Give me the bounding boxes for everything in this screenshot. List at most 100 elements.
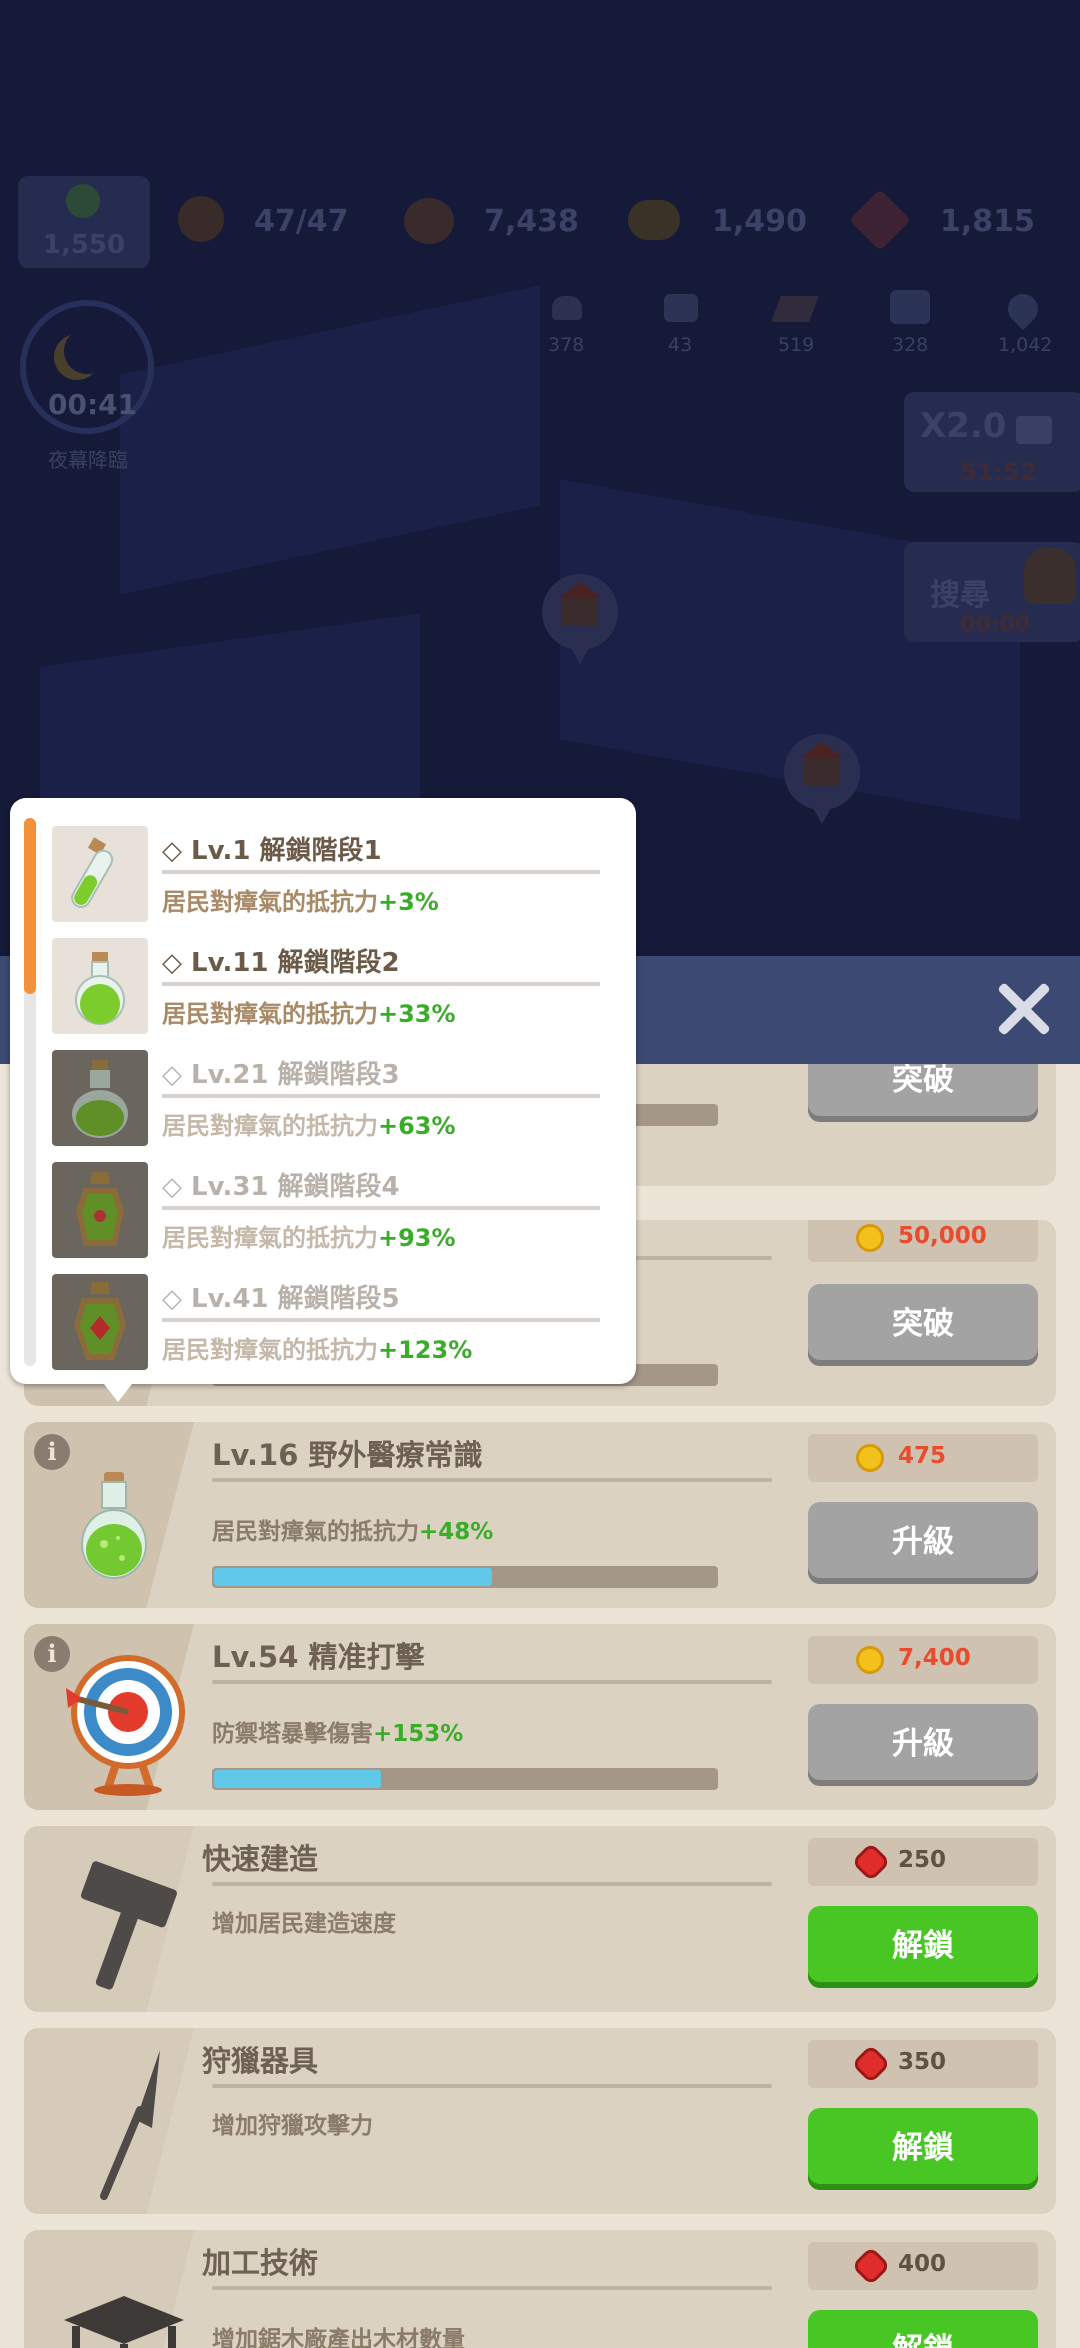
video-icon (1016, 416, 1052, 444)
unlock-button[interactable]: 解鎖 (808, 2108, 1038, 2190)
cost-tag: 475 (808, 1434, 1038, 1482)
meat-icon[interactable] (404, 198, 454, 244)
cost-value: 400 (898, 2251, 947, 2277)
cost-tag: 350 (808, 2040, 1038, 2088)
coin-icon (856, 1646, 884, 1674)
resource-stone-count: 43 (668, 334, 693, 356)
cost-value: 50,000 (898, 1223, 987, 1249)
round-flask-potion-icon (52, 938, 148, 1034)
progress-fill (214, 1568, 493, 1586)
speed-boost-button[interactable]: X2.0 51:52 (904, 392, 1080, 492)
ruby-gem-icon (855, 2048, 887, 2080)
upgrade-button[interactable]: 升級 (808, 1502, 1038, 1584)
wood-count: 1,490 (712, 204, 807, 239)
cost-tag: 50,000 (808, 1220, 1038, 1262)
stage-row: ◇ Lv.21 解鎖階段3 居民對瘴氣的抵抗力+63% (52, 1044, 616, 1146)
house-icon (558, 582, 602, 626)
cost-value: 350 (898, 2049, 947, 2075)
test-tube-potion-icon (52, 826, 148, 922)
ruby-gem-icon (855, 1846, 887, 1878)
stage-title: ◇ Lv.21 解鎖階段3 (162, 1060, 400, 1090)
cost-value: 475 (898, 1443, 947, 1469)
popup-scrollbar-thumb[interactable] (24, 818, 36, 994)
upgrade-title: Lv.16 野外醫療常識 (212, 1438, 483, 1472)
cost-value: 250 (898, 1847, 947, 1873)
large-flask-potion-icon (52, 1050, 148, 1146)
green-potion-icon (78, 1472, 150, 1582)
lantern-bottle-icon (52, 1162, 148, 1258)
hunter-avatar-icon (1024, 548, 1076, 604)
upgrade-description: 增加居民建造速度 (212, 1911, 396, 1937)
stage-title: ◇ Lv.31 解鎖階段4 (162, 1172, 400, 1202)
cost-tag: 7,400 (808, 1636, 1038, 1684)
population-icon (178, 196, 224, 242)
progress-bar (212, 1768, 718, 1790)
stage-effect: 居民對瘴氣的抵抗力+123% (162, 1336, 473, 1364)
close-icon[interactable] (992, 978, 1054, 1040)
resource-stone-icon (664, 294, 698, 322)
hammer-icon (68, 1854, 188, 1994)
breakthrough-button[interactable]: 突破 (808, 1064, 1038, 1122)
upgrade-card-fast-build: 快速建造 增加居民建造速度 250 解鎖 (24, 1826, 1056, 2012)
cost-tag: 400 (808, 2242, 1038, 2290)
upgrade-button[interactable]: 升級 (808, 1704, 1038, 1786)
resource-ore-count: 378 (548, 334, 585, 356)
resource-ore-icon (552, 296, 582, 320)
progress-fill (214, 1770, 381, 1788)
upgrade-description: 居民對瘴氣的抵抗力+48% (212, 1519, 494, 1545)
breakthrough-button[interactable]: 突破 (808, 1284, 1038, 1366)
ruby-gem-icon (855, 2250, 887, 2282)
info-icon[interactable]: i (34, 1434, 70, 1470)
upgrade-card-precise-strike: i Lv.54 精准打擊 防禦塔暴擊傷害+153% 7,400 升級 (24, 1624, 1056, 1810)
upgrade-title: 加工技術 (202, 2246, 319, 2280)
upgrade-description: 防禦塔暴擊傷害+153% (212, 1721, 464, 1747)
wood-log-icon[interactable] (628, 200, 680, 240)
upgrade-title: 狩獵器具 (202, 2044, 319, 2078)
food-count: 7,438 (484, 204, 579, 239)
stage-effect: 居民對瘴氣的抵抗力+93% (162, 1224, 456, 1252)
house-icon (800, 742, 844, 786)
upgrade-description: 增加狩獵攻擊力 (212, 2113, 373, 2139)
stage-row: ◇ Lv.1 解鎖階段1 居民對瘴氣的抵抗力+3% (52, 820, 616, 922)
resource-block-icon (890, 290, 930, 324)
star-icon (66, 184, 100, 218)
search-label: 搜尋 (930, 578, 990, 613)
night-timer-value: 00:41 (48, 388, 138, 421)
house-map-pin[interactable] (542, 574, 618, 664)
night-label: 夜幕降臨 (48, 448, 128, 472)
stage-effect: 居民對瘴氣的抵抗力+63% (162, 1112, 456, 1140)
stage-row: ◇ Lv.31 解鎖階段4 居民對瘴氣的抵抗力+93% (52, 1156, 616, 1258)
cost-value: 7,400 (898, 1645, 971, 1671)
resource-plank-count: 519 (778, 334, 815, 356)
gem-icon[interactable] (848, 188, 912, 252)
upgrade-title: Lv.54 精准打擊 (212, 1640, 425, 1674)
level-value: 1,550 (42, 230, 126, 260)
upgrade-card-field-medicine: i Lv.16 野外醫療常識 居民對瘴氣的抵抗力+48% 475 升級 (24, 1422, 1056, 1608)
house-map-pin[interactable] (784, 734, 860, 824)
upgrade-card-hunting-tools: 狩獵器具 增加狩獵攻擊力 350 解鎖 (24, 2028, 1056, 2214)
speed-timer: 51:52 (960, 458, 1037, 486)
stage-unlock-popup: ◇ Lv.1 解鎖階段1 居民對瘴氣的抵抗力+3% ◇ Lv.11 解鎖階段2 … (10, 798, 636, 1402)
moon-icon (64, 328, 110, 374)
stage-title: ◇ Lv.11 解鎖階段2 (162, 948, 400, 978)
population-count: 47/47 (254, 204, 349, 239)
coin-icon (856, 1224, 884, 1252)
speed-label: X2.0 (920, 406, 1007, 446)
search-button[interactable]: 搜尋 00:00 (904, 542, 1080, 642)
workbench-icon (54, 2280, 194, 2348)
upgrade-card-processing-tech: 加工技術 增加鋸木廠產出木材數量 400 解鎖 (24, 2230, 1056, 2348)
level-badge[interactable]: 1,550 (18, 176, 150, 268)
cost-tag: 250 (808, 1838, 1038, 1886)
stage-row: ◇ Lv.41 解鎖階段5 居民對瘴氣的抵抗力+123% (52, 1268, 616, 1370)
upgrade-description: 增加鋸木廠產出木材數量 (212, 2327, 465, 2348)
stage-effect: 居民對瘴氣的抵抗力+3% (162, 888, 439, 916)
resource-block-count: 328 (892, 334, 929, 356)
unlock-button[interactable]: 解鎖 (808, 2310, 1038, 2348)
coin-icon (856, 1444, 884, 1472)
unlock-button[interactable]: 解鎖 (808, 1906, 1038, 1988)
stage-effect: 居民對瘴氣的抵抗力+33% (162, 1000, 456, 1028)
resource-water-count: 1,042 (998, 334, 1053, 356)
spear-icon (74, 2050, 184, 2200)
progress-bar (212, 1566, 718, 1588)
resource-water-icon (1001, 287, 1045, 331)
